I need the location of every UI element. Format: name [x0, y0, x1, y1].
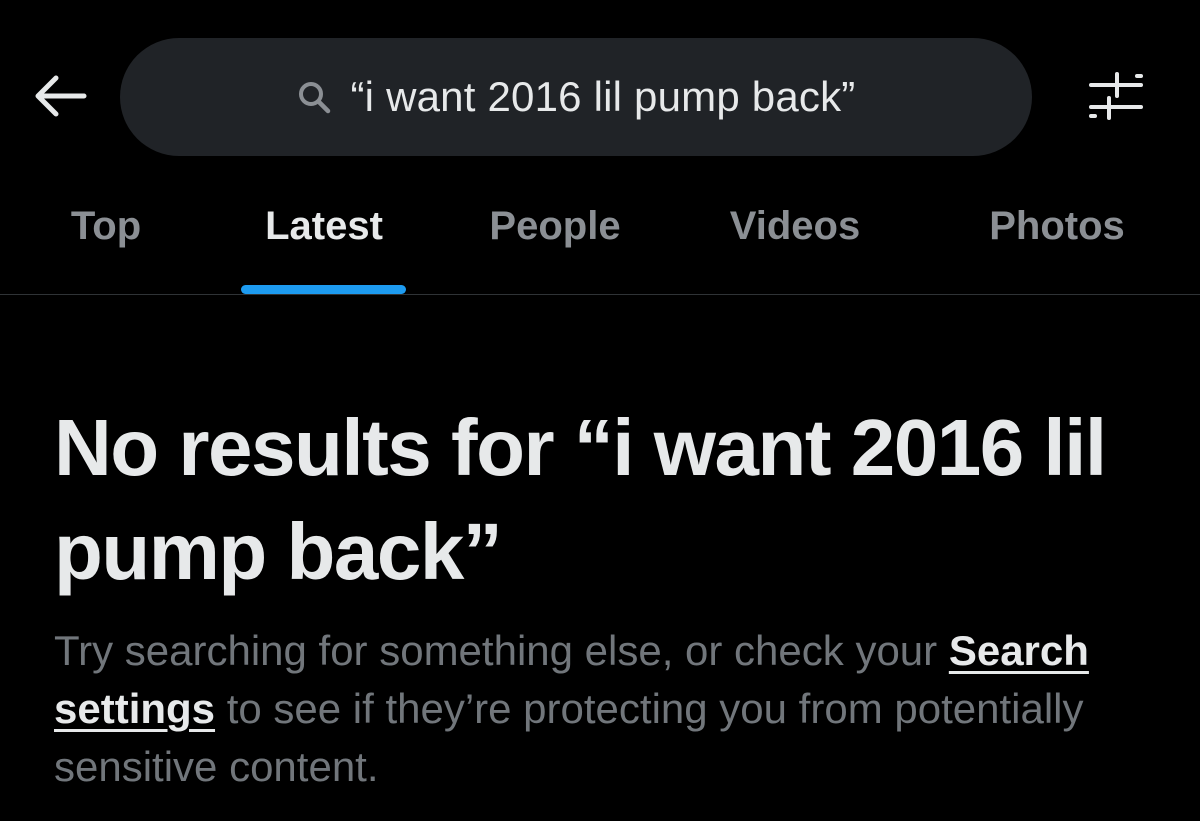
tab-latest[interactable]: Latest [226, 190, 422, 294]
sliders-icon [1087, 70, 1145, 127]
tabs-divider [0, 294, 1200, 295]
tab-photos[interactable]: Photos [958, 190, 1156, 294]
search-results-page: “i want 2016 lil pump back” Top Latest P… [0, 0, 1200, 821]
back-button[interactable] [28, 66, 92, 130]
arrow-left-icon [32, 74, 88, 123]
search-filter-button[interactable] [1080, 62, 1152, 134]
active-tab-indicator [241, 285, 406, 294]
tab-videos[interactable]: Videos [700, 190, 890, 294]
empty-state-title: No results for “i want 2016 lil pump bac… [54, 403, 1107, 596]
tab-people[interactable]: People [462, 190, 648, 294]
search-icon [297, 80, 331, 114]
search-input[interactable]: “i want 2016 lil pump back” [120, 38, 1032, 156]
tab-top[interactable]: Top [44, 190, 168, 294]
empty-state-text-before: Try searching for something else, or che… [54, 627, 949, 674]
search-query-text: “i want 2016 lil pump back” [350, 73, 856, 120]
search-tabs: Top Latest People Videos Photos [0, 190, 1200, 294]
empty-state-body: Try searching for something else, or che… [54, 622, 1164, 796]
